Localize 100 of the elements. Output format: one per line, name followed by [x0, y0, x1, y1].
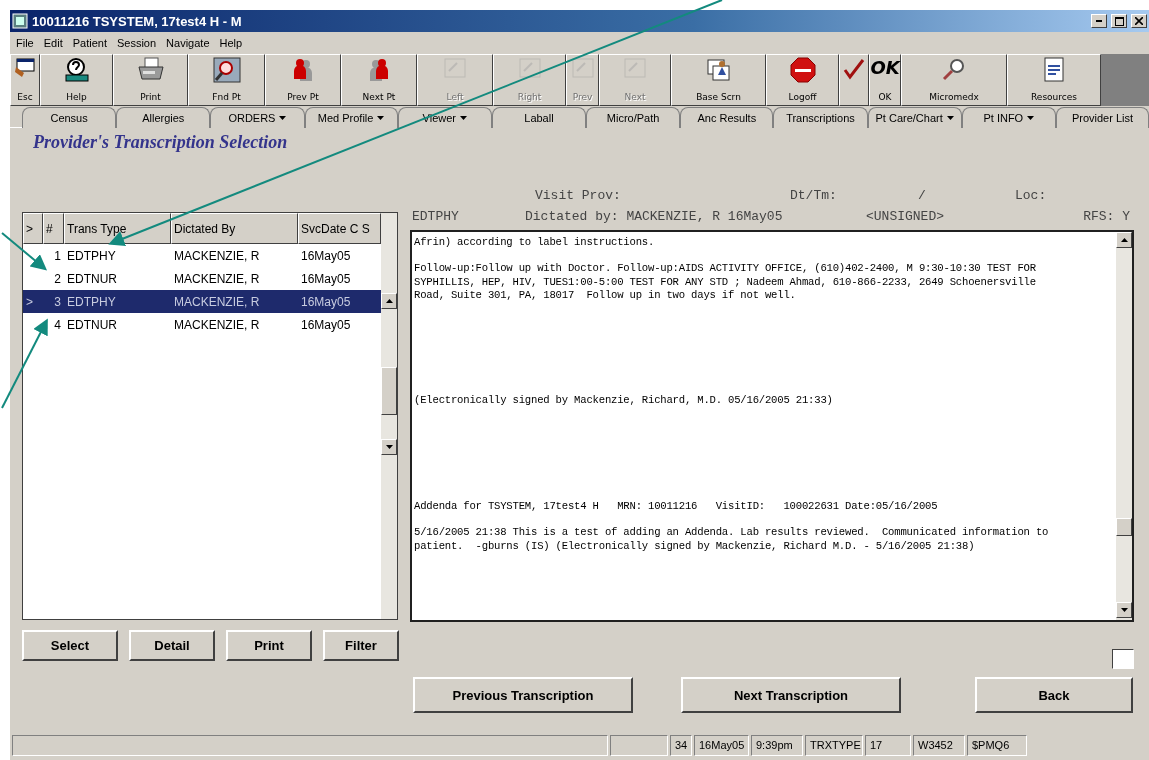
toolbar-label: Esc — [17, 92, 33, 102]
toolbar-button[interactable]: Micromedx — [901, 54, 1007, 106]
caret-icon — [279, 116, 287, 120]
row-pointer: > — [25, 294, 34, 309]
menu-item[interactable]: Patient — [72, 37, 107, 49]
table-cell-text: 2 — [53, 271, 62, 286]
table-cell-text: EDTNUR — [66, 271, 118, 286]
tab[interactable]: Census — [22, 107, 117, 128]
tab[interactable]: Transcriptions — [773, 107, 868, 128]
toolbar-button[interactable]: Resources — [1007, 54, 1101, 106]
tab[interactable]: Micro/Path — [586, 107, 681, 128]
table-row[interactable]: > 3 EDTPHY MACKENZIE, R 16May05 — [23, 290, 381, 313]
tab-label: Transcriptions — [786, 112, 855, 124]
column-header[interactable]: SvcDate C S — [298, 213, 381, 244]
menu-item[interactable]: File — [16, 37, 34, 49]
toolbar-button[interactable]: Prev Pt — [265, 54, 341, 106]
toolbar-button[interactable]: Print — [113, 54, 188, 106]
header-label: Loc: — [1015, 188, 1047, 203]
window-title: 10011216 TSYSTEM, 17test4 H - M — [32, 13, 243, 29]
maximize-icon — [1114, 16, 1124, 26]
scrollbar-thumb[interactable] — [1116, 518, 1132, 536]
table-cell-text: 3 — [53, 294, 62, 309]
toolbar-button[interactable]: Fnd Pt — [188, 54, 265, 106]
table-cell-text: 1 — [53, 248, 62, 263]
list-button[interactable]: Select — [22, 630, 118, 661]
toolbar-label: Next Pt — [362, 92, 396, 102]
caret-icon — [377, 116, 385, 120]
menu-item[interactable]: Session — [116, 37, 157, 49]
column-header[interactable]: Trans Type — [64, 213, 171, 244]
menu-item[interactable]: Help — [219, 37, 243, 49]
toolbar-button[interactable] — [839, 54, 869, 106]
tab[interactable]: Anc Results — [680, 107, 774, 128]
tab[interactable]: Laball — [491, 107, 587, 128]
tab-label: Census — [50, 112, 88, 124]
toolbar-button[interactable]: Logoff — [766, 54, 839, 106]
tab-label: Anc Results — [697, 112, 757, 124]
table-cell-text: EDTPHY — [66, 248, 117, 263]
page-icon — [443, 57, 467, 79]
magnifier-icon — [941, 57, 967, 81]
tab[interactable]: Med Profile — [304, 107, 398, 128]
transcription-text: Afrin) according to label instructions. Follow-up:Follow up with Doctor. Follow-up:AIDS ACTIVITY OFFICE, (610)402-2400, M 9:30-10:30 TEST FOR SYPHILLIS, HEP, HIV, TUES1:00-5:00 TEST FOR ANY STD ; Nadeem Ahmad, 610-866-2233, 2649 Schoenersville Road, Suite 301, PA, 18017 Follow up in two days if not well. (Electronically signed by Mackenzie, Richard, M.D. 05/16/2005 21:33) Addenda for TSYSTEM, 17test4 H MRN: 10011216 VisitID: 100022631 Date:05/16/2005 5/16/2005 21:38 This is a test of adding an Addenda. Lab results reviewed. Communicated information to patient. -gburns (IS) (Electronically signed by Mackenzie, Richard M.D. - 5/16/2005 21:38) — [413, 235, 1050, 554]
scrollbar-thumb[interactable] — [381, 367, 397, 415]
column-header[interactable]: > — [23, 213, 43, 244]
page-icon — [623, 57, 647, 79]
tab[interactable]: Viewer — [397, 107, 492, 128]
table-cell-text: MACKENZIE, R — [173, 271, 261, 286]
menu-item[interactable]: Edit — [43, 37, 63, 49]
down-arrow-icon — [385, 445, 393, 449]
toolbar-button[interactable]: Base Scrn — [671, 54, 766, 106]
toolbar-button[interactable]: OK OK — [869, 54, 901, 106]
column-header[interactable]: Dictated By — [171, 213, 298, 244]
toolbar-label: Next — [624, 92, 646, 102]
tab-label: Allergies — [142, 112, 185, 124]
table-cell-text: EDTPHY — [66, 294, 117, 309]
scroll-down-button[interactable] — [381, 439, 397, 455]
scrollbar[interactable] — [381, 213, 397, 619]
tab[interactable]: Allergies — [116, 107, 211, 128]
header-text: Dictated by: MACKENZIE, R 16May05 — [525, 209, 783, 224]
toolbar-label: Help — [66, 92, 87, 102]
close-icon — [1135, 17, 1143, 25]
tab[interactable]: Pt Care/Chart — [867, 107, 962, 128]
nav-button[interactable]: Back — [975, 677, 1133, 713]
menu-item[interactable]: Navigate — [166, 37, 210, 49]
scroll-down-button[interactable] — [1116, 602, 1132, 618]
toolbar-label: Logoff — [788, 92, 817, 102]
toolbar-button[interactable]: Next Pt — [341, 54, 417, 106]
list-button[interactable]: Filter — [323, 630, 399, 661]
header-text: <UNSIGNED> — [866, 209, 944, 224]
tab[interactable]: Provider List — [1055, 107, 1149, 128]
scrollbar[interactable] — [1116, 232, 1132, 620]
toolbar-label: Base Scrn — [696, 92, 741, 102]
caret-icon — [1027, 116, 1035, 120]
header-label: Dt/Tm: — [790, 188, 837, 203]
nav-button[interactable]: Next Transcription — [681, 677, 901, 713]
minimize-button[interactable] — [1091, 14, 1107, 28]
toolbar-button[interactable]: Esc — [10, 54, 40, 106]
up-arrow-icon — [385, 299, 393, 303]
table-cell-text: 16May05 — [300, 294, 352, 309]
list-button[interactable]: Print — [226, 630, 312, 661]
input-field[interactable] — [1112, 649, 1134, 669]
scroll-up-button[interactable] — [381, 293, 397, 309]
tab[interactable]: ORDERS — [210, 107, 305, 128]
scroll-up-button[interactable] — [1116, 232, 1132, 248]
column-header[interactable]: # — [43, 213, 64, 244]
tab-label: Med Profile — [317, 112, 374, 124]
table-cell-text: MACKENZIE, R — [173, 294, 261, 309]
window-hand-icon — [14, 57, 36, 79]
toolbar-button[interactable]: Help — [40, 54, 113, 106]
table-cell-text: 16May05 — [300, 248, 352, 263]
tab[interactable]: Pt INFO — [961, 107, 1056, 128]
toolbar-label: Print — [140, 92, 161, 102]
header-text: RFS: Y — [1083, 209, 1130, 224]
tab-label: Micro/Path — [606, 112, 660, 124]
tab-label: Viewer — [422, 112, 456, 124]
people-icon — [291, 57, 315, 83]
close-button[interactable] — [1131, 14, 1147, 28]
list-button[interactable]: Detail — [129, 630, 215, 661]
maximize-button[interactable] — [1111, 14, 1127, 28]
tab-label: Pt INFO — [983, 112, 1024, 124]
nav-button[interactable]: Previous Transcription — [413, 677, 633, 713]
